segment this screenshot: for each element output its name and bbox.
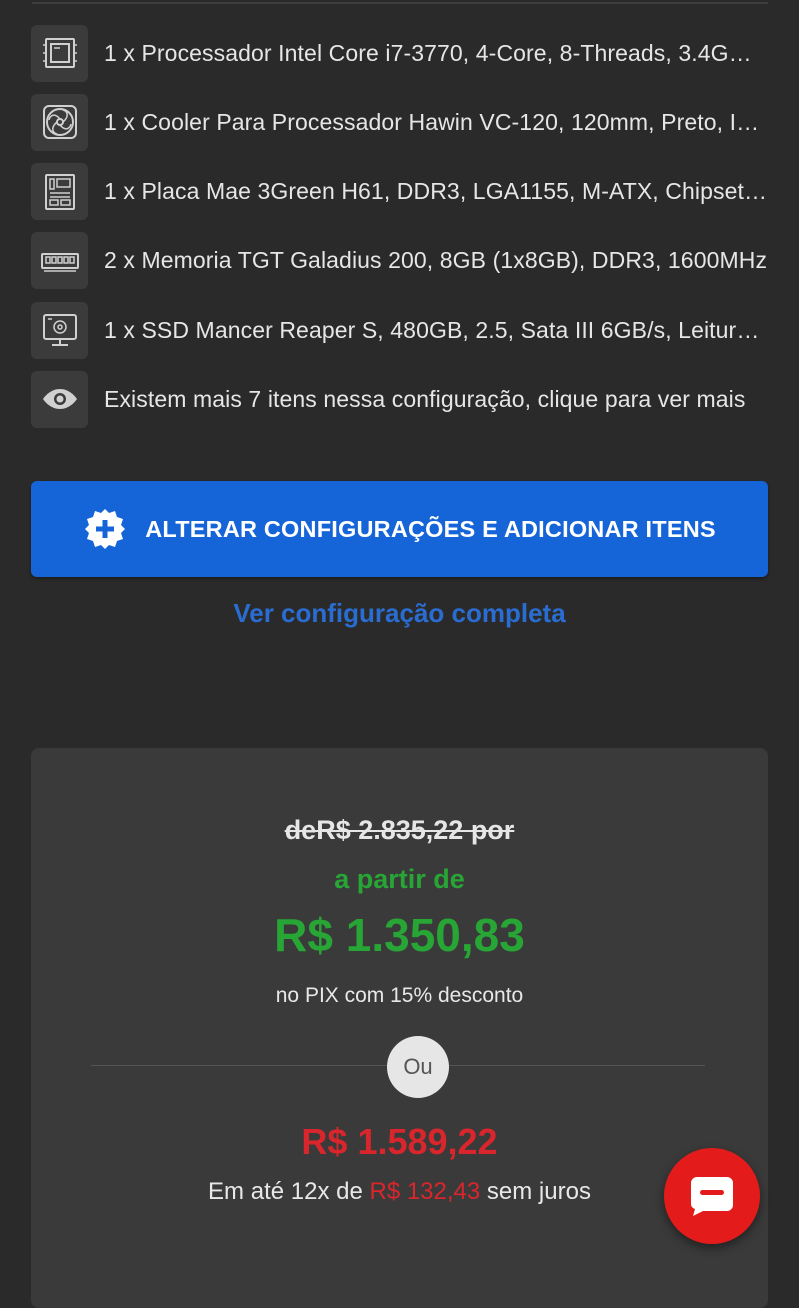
- or-badge: Ou: [387, 1036, 449, 1098]
- edit-configuration-button-label: ALTERAR CONFIGURAÇÕES E ADICIONAR ITENS: [145, 515, 716, 542]
- list-item-motherboard[interactable]: 1 x Placa Mae 3Green H61, DDR3, LGA1155,…: [31, 163, 769, 221]
- cooler-fan-icon: [31, 93, 88, 151]
- installment-total-price: R$ 1.589,22: [301, 1121, 498, 1162]
- memory-ram-icon: [31, 232, 88, 290]
- gear-plus-icon: [85, 509, 126, 549]
- cpu-icon: [31, 24, 88, 82]
- list-item-label: Existem mais 7 itens nessa configuração,…: [104, 385, 746, 412]
- list-item-label: 1 x SSD Mancer Reaper S, 480GB, 2.5, Sat…: [104, 316, 768, 343]
- storage-ssd-icon: [31, 301, 88, 359]
- chat-button[interactable]: [664, 1148, 760, 1244]
- installment-prefix: Em até 12x de: [208, 1178, 370, 1205]
- motherboard-icon: [31, 163, 88, 221]
- pix-discount-note: no PIX com 15% desconto: [275, 984, 524, 1007]
- list-item-label: 2 x Memoria TGT Galadius 200, 8GB (1x8GB…: [104, 247, 768, 274]
- eye-icon: [31, 370, 88, 428]
- list-item-more-items[interactable]: Existem mais 7 itens nessa configuração,…: [31, 370, 769, 428]
- edit-configuration-button[interactable]: ALTERAR CONFIGURAÇÕES E ADICIONAR ITENS: [31, 481, 768, 577]
- list-item-label: 1 x Processador Intel Core i7-3770, 4-Co…: [104, 39, 768, 66]
- pix-price: R$ 1.350,83: [274, 909, 525, 961]
- price-from-label: a partir de: [334, 864, 465, 894]
- list-item-cpu[interactable]: 1 x Processador Intel Core i7-3770, 4-Co…: [31, 24, 769, 82]
- installment-suffix: sem juros: [480, 1178, 591, 1205]
- top-divider: [32, 2, 768, 4]
- list-item-ssd[interactable]: 1 x SSD Mancer Reaper S, 480GB, 2.5, Sat…: [31, 301, 769, 359]
- view-full-configuration-link[interactable]: Ver configuração completa: [0, 598, 799, 629]
- installment-value: R$ 132,43: [369, 1178, 481, 1205]
- chat-bubble-icon: [691, 1177, 733, 1216]
- price-card: deR$ 2.835,22 por a partir de R$ 1.350,8…: [31, 748, 768, 1308]
- installment-details: Em até 12x de R$ 132,43 sem juros: [31, 1178, 768, 1206]
- list-item-memory[interactable]: 2 x Memoria TGT Galadius 200, 8GB (1x8GB…: [31, 232, 769, 290]
- old-price: deR$ 2.835,22 por: [284, 815, 515, 845]
- list-item-cooler[interactable]: 1 x Cooler Para Processador Hawin VC-120…: [31, 93, 769, 151]
- list-item-label: 1 x Placa Mae 3Green H61, DDR3, LGA1155,…: [104, 178, 768, 205]
- list-item-label: 1 x Cooler Para Processador Hawin VC-120…: [104, 108, 768, 135]
- configuration-item-list: 1 x Processador Intel Core i7-3770, 4-Co…: [31, 24, 769, 440]
